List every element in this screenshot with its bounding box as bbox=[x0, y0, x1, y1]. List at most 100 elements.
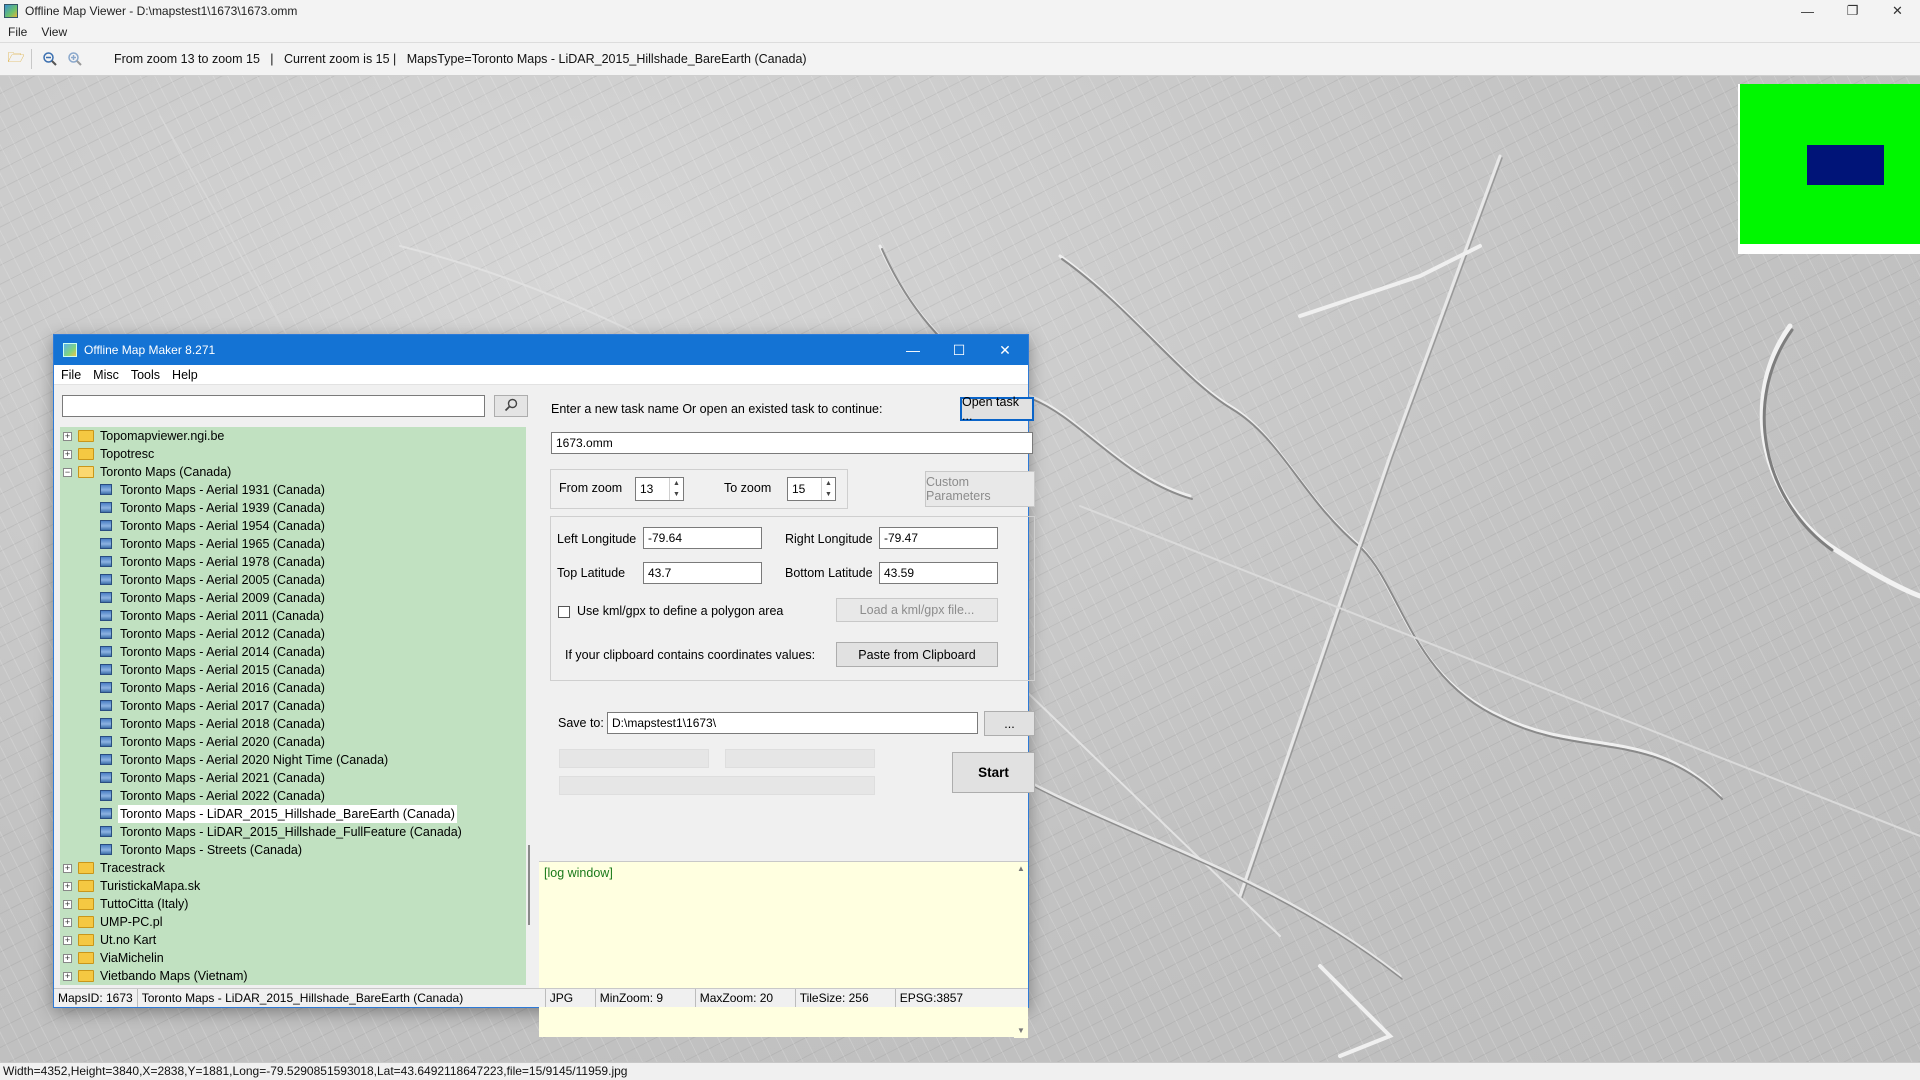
tree-item-label: Toronto Maps - Aerial 2020 (Canada) bbox=[120, 735, 325, 749]
tree-folder-item[interactable]: + UMP-PC.pl bbox=[60, 913, 531, 931]
tree-map-item[interactable]: Toronto Maps - Aerial 2016 (Canada) bbox=[60, 679, 531, 697]
restore-icon[interactable]: ❐ bbox=[1830, 0, 1875, 22]
maximize-icon[interactable]: ☐ bbox=[936, 335, 982, 365]
to-zoom-arrows[interactable]: ▲ ▼ bbox=[821, 478, 835, 500]
open-folder-icon[interactable]: 🗁 bbox=[5, 48, 27, 70]
tree-map-item[interactable]: Toronto Maps - Aerial 1965 (Canada) bbox=[60, 535, 531, 553]
tree-map-item[interactable]: Toronto Maps - Aerial 2021 (Canada) bbox=[60, 769, 531, 787]
tree-map-item[interactable]: Toronto Maps - LiDAR_2015_Hillshade_Bare… bbox=[60, 805, 531, 823]
use-kml-checkbox[interactable] bbox=[558, 606, 570, 618]
zoom-out-icon[interactable] bbox=[39, 48, 61, 70]
tree-map-item[interactable]: Toronto Maps - Aerial 1978 (Canada) bbox=[60, 553, 531, 571]
offline-map-maker-window: Offline Map Maker 8.271 — ☐ ✕ File Misc … bbox=[53, 334, 1035, 1038]
progress-bar-2 bbox=[725, 749, 875, 768]
expand-icon[interactable]: + bbox=[63, 972, 72, 981]
tree-map-item[interactable]: Toronto Maps - Aerial 1931 (Canada) bbox=[60, 481, 531, 499]
load-kml-button[interactable]: Load a kml/gpx file... bbox=[836, 598, 998, 622]
tree-map-item[interactable]: Toronto Maps - Aerial 2017 (Canada) bbox=[60, 697, 531, 715]
status-format: JPG bbox=[546, 989, 596, 1007]
search-input[interactable] bbox=[62, 395, 485, 417]
menu-misc[interactable]: Misc bbox=[93, 368, 119, 382]
tree-folder-item[interactable]: + Tracestrack bbox=[60, 859, 531, 877]
spin-down-icon[interactable]: ▼ bbox=[822, 489, 835, 500]
tree-map-item[interactable]: Toronto Maps - Aerial 1954 (Canada) bbox=[60, 517, 531, 535]
viewer-window-controls: — ❐ ✕ bbox=[1785, 0, 1920, 22]
tree-map-item[interactable]: Toronto Maps - Aerial 2020 (Canada) bbox=[60, 733, 531, 751]
expand-icon[interactable]: + bbox=[63, 900, 72, 909]
collapse-icon[interactable]: − bbox=[63, 468, 72, 477]
tree-folder-item[interactable]: + TuttoCitta (Italy) bbox=[60, 895, 531, 913]
log-window[interactable]: [log window] ▲ ▼ bbox=[539, 861, 1028, 1038]
menu-tools[interactable]: Tools bbox=[131, 368, 160, 382]
overview-minimap[interactable] bbox=[1738, 84, 1920, 254]
expand-icon[interactable]: + bbox=[63, 954, 72, 963]
tree-scrollbar-thumb[interactable] bbox=[528, 845, 530, 925]
tree-map-item[interactable]: Toronto Maps - Aerial 2014 (Canada) bbox=[60, 643, 531, 661]
tree-folder-item[interactable]: + Topotresc bbox=[60, 445, 531, 463]
tree-map-item[interactable]: Toronto Maps - Aerial 2012 (Canada) bbox=[60, 625, 531, 643]
expand-icon[interactable]: + bbox=[63, 918, 72, 927]
close-icon[interactable]: ✕ bbox=[982, 335, 1028, 365]
tree-map-item[interactable]: Toronto Maps - Aerial 2015 (Canada) bbox=[60, 661, 531, 679]
tree-item-label: Toronto Maps - Aerial 2009 (Canada) bbox=[120, 591, 325, 605]
expand-icon[interactable]: + bbox=[63, 864, 72, 873]
tree-map-item[interactable]: Toronto Maps - Aerial 2009 (Canada) bbox=[60, 589, 531, 607]
tree-map-item[interactable]: Toronto Maps - Aerial 2005 (Canada) bbox=[60, 571, 531, 589]
scroll-down-icon[interactable]: ▼ bbox=[1014, 1024, 1028, 1038]
search-button[interactable] bbox=[494, 395, 528, 417]
menu-file[interactable]: File bbox=[8, 25, 27, 39]
expand-icon[interactable]: + bbox=[63, 450, 72, 459]
dialog-title-bar: Offline Map Maker 8.271 — ☐ ✕ bbox=[54, 335, 1028, 365]
left-longitude-field[interactable]: -79.64 bbox=[643, 527, 762, 549]
tree-map-item[interactable]: Toronto Maps - Streets (Canada) bbox=[60, 841, 531, 859]
tree-folder-item[interactable]: + Vietbando Maps (Vietnam) bbox=[60, 967, 531, 985]
bottom-latitude-field[interactable]: 43.59 bbox=[879, 562, 998, 584]
dialog-status-bar: MapsID: 1673 Toronto Maps - LiDAR_2015_H… bbox=[54, 988, 1028, 1007]
tree-folder-item[interactable]: + Topomapviewer.ngi.be bbox=[60, 427, 531, 445]
tree-map-item[interactable]: Toronto Maps - Aerial 2018 (Canada) bbox=[60, 715, 531, 733]
tree-map-item[interactable]: Toronto Maps - Aerial 2022 (Canada) bbox=[60, 787, 531, 805]
tree-map-item[interactable]: Toronto Maps - Aerial 2020 Night Time (C… bbox=[60, 751, 531, 769]
tree-scrollbar[interactable] bbox=[526, 427, 532, 985]
map-source-tree[interactable]: + Topomapviewer.ngi.be + Topotresc − Toronto … bbox=[60, 427, 531, 985]
menu-file[interactable]: File bbox=[61, 368, 81, 382]
expand-icon[interactable]: + bbox=[63, 432, 72, 441]
menu-view[interactable]: View bbox=[41, 25, 67, 39]
scroll-up-icon[interactable]: ▲ bbox=[1014, 862, 1028, 876]
tree-map-item[interactable]: Toronto Maps - Aerial 1939 (Canada) bbox=[60, 499, 531, 517]
tree-folder-item[interactable]: + TuristickaMapa.sk bbox=[60, 877, 531, 895]
save-path-field[interactable]: D:\mapstest1\1673\ bbox=[607, 712, 978, 734]
overview-viewport-box[interactable] bbox=[1807, 145, 1884, 185]
tree-folder-item[interactable]: + ViaMichelin bbox=[60, 949, 531, 967]
tree-item-label: Toronto Maps - Aerial 2020 Night Time (C… bbox=[120, 753, 389, 767]
start-button[interactable]: Start bbox=[952, 752, 1035, 793]
minimize-icon[interactable]: — bbox=[1785, 0, 1830, 22]
spin-down-icon[interactable]: ▼ bbox=[670, 489, 683, 500]
custom-parameters-button[interactable]: Custom Parameters bbox=[925, 471, 1035, 507]
tree-folder-item[interactable]: − Toronto Maps (Canada) bbox=[60, 463, 531, 481]
minimize-icon[interactable]: — bbox=[890, 335, 936, 365]
tree-folder-item[interactable]: + Ut.no Kart bbox=[60, 931, 531, 949]
spin-up-icon[interactable]: ▲ bbox=[670, 478, 683, 489]
spin-up-icon[interactable]: ▲ bbox=[822, 478, 835, 489]
to-zoom-spinner[interactable]: 15 ▲ ▼ bbox=[787, 477, 836, 501]
close-icon[interactable]: ✕ bbox=[1875, 0, 1920, 22]
expand-icon[interactable]: + bbox=[63, 882, 72, 891]
search-icon bbox=[504, 398, 518, 415]
map-layer-icon bbox=[100, 700, 112, 711]
task-settings-pane: Enter a new task name Or open an existed… bbox=[539, 386, 1035, 1038]
menu-help[interactable]: Help bbox=[172, 368, 198, 382]
paste-from-clipboard-button[interactable]: Paste from Clipboard bbox=[836, 642, 998, 667]
expand-icon[interactable]: + bbox=[63, 936, 72, 945]
tree-map-item[interactable]: Toronto Maps - Aerial 2011 (Canada) bbox=[60, 607, 531, 625]
from-zoom-arrows[interactable]: ▲ ▼ bbox=[669, 478, 683, 500]
open-task-button[interactable]: Open task ... bbox=[960, 395, 1034, 423]
tree-map-item[interactable]: Toronto Maps - LiDAR_2015_Hillshade_Full… bbox=[60, 823, 531, 841]
browse-button[interactable]: ... bbox=[984, 711, 1035, 736]
task-name-field[interactable]: 1673.omm bbox=[551, 432, 1033, 454]
zoom-in-icon[interactable] bbox=[64, 48, 86, 70]
from-zoom-spinner[interactable]: 13 ▲ ▼ bbox=[635, 477, 684, 501]
log-scrollbar[interactable]: ▲ ▼ bbox=[1014, 862, 1028, 1038]
top-latitude-field[interactable]: 43.7 bbox=[643, 562, 762, 584]
right-longitude-field[interactable]: -79.47 bbox=[879, 527, 998, 549]
